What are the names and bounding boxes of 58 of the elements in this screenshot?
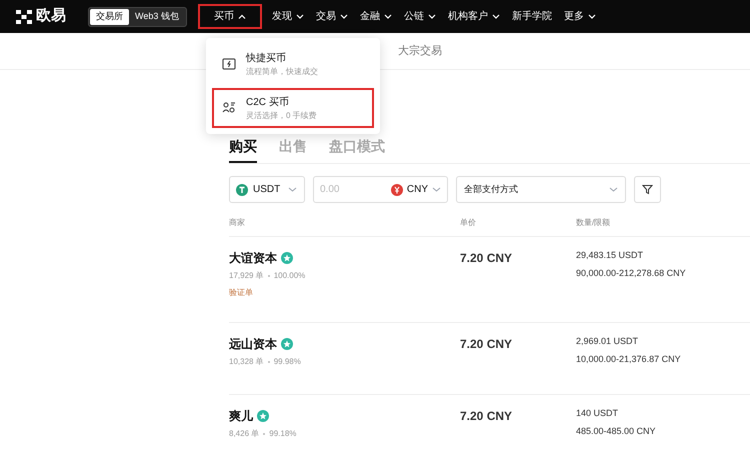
dropdown-item[interactable]: 快捷买币 流程简单，快速成交 — [212, 44, 374, 84]
nav-item[interactable]: 机构客户 — [442, 4, 506, 29]
coin-icon — [236, 184, 248, 196]
logo-text: 欧易 — [36, 6, 66, 26]
order-count: 10,328 单 — [229, 356, 264, 368]
filter-button[interactable] — [634, 176, 661, 203]
lightning-card-icon — [222, 57, 236, 71]
amount-field[interactable]: 0.00 CNY — [313, 176, 448, 203]
chevron-down-icon — [288, 187, 298, 192]
nav-item[interactable]: 买币 — [198, 4, 262, 29]
chevron-down-icon — [432, 187, 441, 192]
dropdown-item-title: 快捷买币 — [246, 52, 287, 66]
dropdown-item[interactable]: C2C 买币 灵活选择，0 手续费 — [212, 88, 374, 128]
limit: 90,000.00-212,278.68 CNY — [576, 266, 687, 280]
completion-rate: 99.18% — [269, 428, 296, 440]
users-icon — [222, 101, 236, 115]
dropdown-item-title: C2C 买币 — [246, 96, 290, 110]
merchant-name[interactable]: 大谊资本 — [229, 249, 277, 267]
column-header: 商家 — [229, 217, 246, 229]
chevron-down-icon — [609, 187, 618, 192]
verified-tag: 验证单 — [229, 287, 460, 299]
limit: 10,000.00-21,376.87 CNY — [576, 352, 682, 366]
column-header: 数量/限额 — [576, 217, 612, 229]
verified-badge-icon — [281, 252, 293, 264]
quantity: 140 USDT — [576, 407, 620, 420]
completion-rate: 100.00% — [274, 270, 306, 282]
mode-tab[interactable]: 交易所 — [90, 8, 129, 24]
nav-item[interactable]: 交易 — [310, 4, 354, 29]
order-count: 17,929 单 — [229, 270, 264, 282]
price: 7.20 CNY — [460, 250, 514, 267]
payment-select[interactable]: 全部支付方式 — [456, 176, 626, 203]
quantity: 2,969.01 USDT — [576, 335, 640, 348]
mode-tab[interactable]: Web3 钱包 — [129, 8, 185, 24]
order-count: 8,426 单 — [229, 428, 260, 440]
nav-item[interactable]: 新手学院 — [506, 4, 558, 29]
verified-badge-icon — [257, 410, 269, 422]
filter-icon — [642, 184, 653, 195]
dropdown-item-subtitle: 灵活选择，0 手续费 — [246, 110, 317, 122]
limit: 485.00-485.00 CNY — [576, 424, 657, 438]
nav-item[interactable]: 更多 — [558, 4, 602, 29]
merchant-name[interactable]: 远山资本 — [229, 335, 277, 353]
merchant-name[interactable]: 爽儿 — [229, 407, 253, 425]
sub-nav-link[interactable]: 大宗交易 — [398, 42, 442, 60]
logo-icon — [16, 10, 32, 24]
verified-badge-icon — [281, 338, 293, 350]
completion-rate: 99.98% — [274, 356, 301, 368]
nav-item[interactable]: 金融 — [354, 4, 398, 29]
quantity: 29,483.15 USDT — [576, 249, 644, 262]
column-header: 单价 — [460, 217, 477, 229]
dropdown-item-subtitle: 流程简单，快速成交 — [246, 66, 318, 78]
price: 7.20 CNY — [460, 336, 514, 353]
nav-item[interactable]: 公链 — [398, 4, 442, 29]
yuan-icon — [390, 184, 403, 196]
price: 7.20 CNY — [460, 408, 514, 425]
currency-select[interactable]: CNY — [390, 182, 441, 197]
tab[interactable]: 购买 — [229, 136, 257, 163]
coin-select[interactable]: USDT — [229, 176, 305, 203]
nav-item[interactable]: 发现 — [266, 4, 310, 29]
